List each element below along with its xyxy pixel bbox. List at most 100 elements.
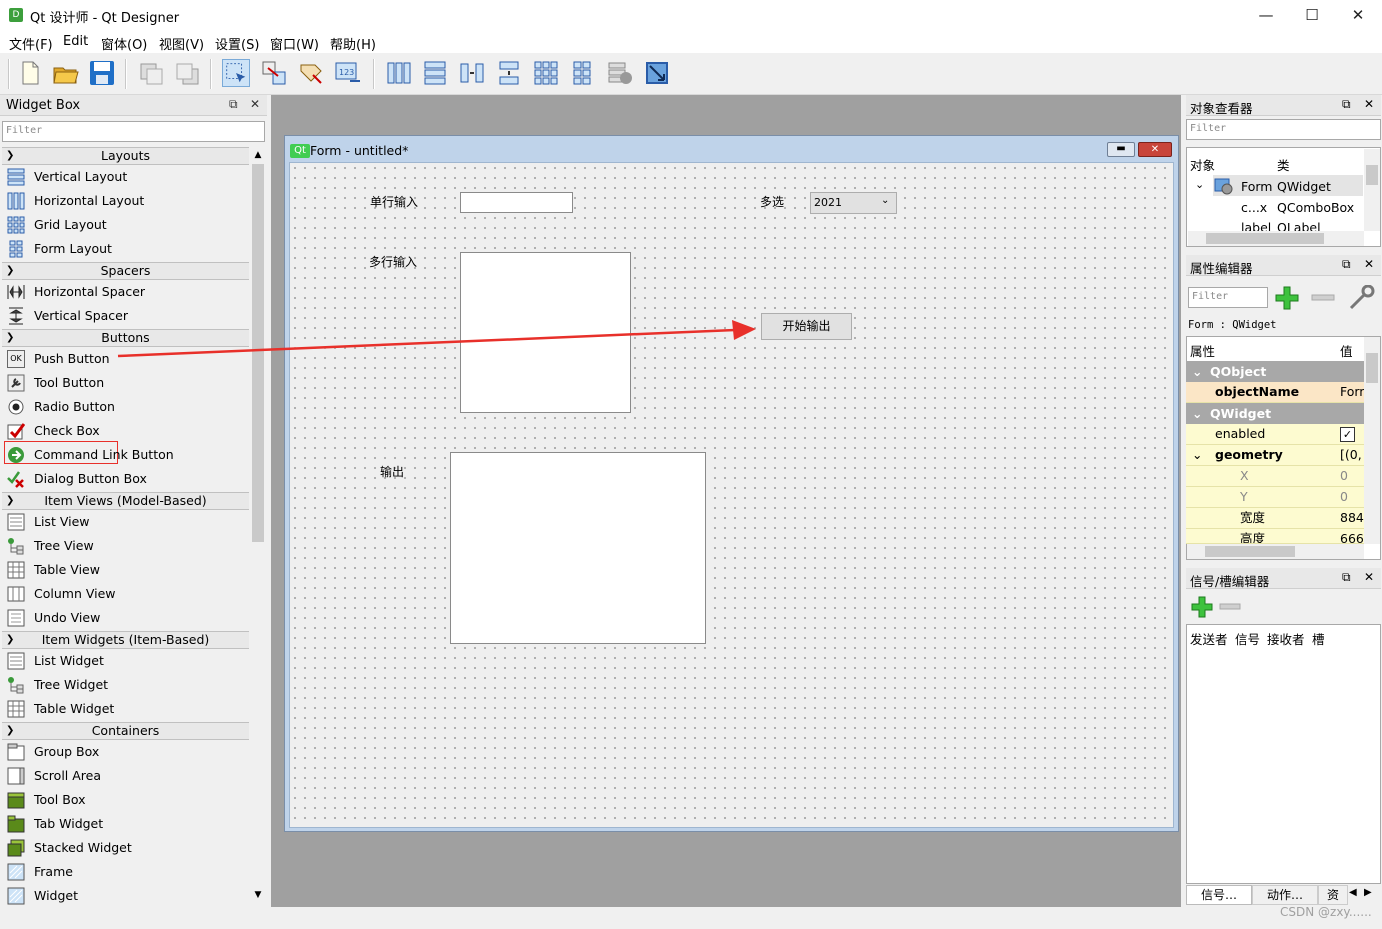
widget-tool-box[interactable]: Tool Box bbox=[2, 788, 249, 812]
widget-tool-button[interactable]: Tool Button bbox=[2, 371, 249, 395]
new-file-icon[interactable] bbox=[16, 59, 44, 87]
add-connection-icon[interactable] bbox=[1190, 595, 1214, 619]
line-edit[interactable] bbox=[460, 192, 573, 213]
widget-form-layout[interactable]: Form Layout bbox=[2, 237, 249, 261]
object-tree-hscroll[interactable] bbox=[1188, 231, 1364, 246]
float-icon[interactable]: ⧉ bbox=[1342, 257, 1351, 272]
group-qobject[interactable]: ⌄ QObject bbox=[1186, 361, 1364, 382]
property-objectname[interactable]: objectNameForm bbox=[1186, 382, 1364, 403]
close-icon[interactable]: ✕ bbox=[1364, 97, 1374, 111]
send-back-icon[interactable] bbox=[138, 59, 166, 87]
minimize-button[interactable]: — bbox=[1243, 0, 1289, 31]
edit-buddies-icon[interactable] bbox=[297, 59, 325, 87]
form-close-icon[interactable]: ✕ bbox=[1138, 142, 1172, 157]
category-item-views[interactable]: ❯ Item Views (Model-Based) bbox=[2, 492, 249, 510]
widget-group-box[interactable]: Group Box bbox=[2, 740, 249, 764]
output-text-browser[interactable] bbox=[450, 452, 706, 644]
edit-signals-icon[interactable] bbox=[260, 59, 288, 87]
open-folder-icon[interactable] bbox=[52, 59, 80, 87]
configure-wrench-icon[interactable] bbox=[1348, 285, 1378, 311]
text-edit[interactable] bbox=[460, 252, 631, 413]
float-icon[interactable]: ⧉ bbox=[1342, 97, 1351, 112]
widget-vertical-spacer[interactable]: Vertical Spacer bbox=[2, 304, 249, 328]
widget-tab-widget[interactable]: Tab Widget bbox=[2, 812, 249, 836]
widget-box-scrollbar[interactable]: ▲ ▼ bbox=[250, 148, 266, 906]
start-output-button[interactable]: 开始输出 bbox=[761, 313, 852, 340]
property-x[interactable]: X0 bbox=[1186, 466, 1364, 487]
widget-grid-layout[interactable]: Grid Layout bbox=[2, 213, 249, 237]
widget-undo-view[interactable]: Undo View bbox=[2, 606, 249, 630]
combo-box[interactable]: 2021 ⌄ bbox=[810, 192, 897, 214]
close-icon[interactable]: ✕ bbox=[250, 97, 260, 111]
bring-front-icon[interactable] bbox=[174, 59, 202, 87]
menu-view[interactable]: 视图(V) bbox=[159, 34, 204, 53]
category-item-widgets[interactable]: ❯ Item Widgets (Item-Based) bbox=[2, 631, 249, 649]
layout-vertical-splitter-icon[interactable] bbox=[495, 59, 523, 87]
float-icon[interactable]: ⧉ bbox=[229, 97, 238, 112]
layout-grid-icon[interactable] bbox=[532, 59, 560, 87]
edit-widgets-icon[interactable] bbox=[222, 59, 250, 87]
scroll-up-icon[interactable]: ▲ bbox=[251, 150, 265, 162]
tab-resource[interactable]: 资 bbox=[1318, 885, 1348, 905]
tab-signal-slot[interactable]: 信号… bbox=[1186, 885, 1252, 905]
tab-scroll-left-icon[interactable]: ◀ bbox=[1349, 887, 1357, 898]
property-geometry[interactable]: ⌄geometry[(0, 0 bbox=[1186, 445, 1364, 466]
property-hscroll[interactable] bbox=[1187, 544, 1364, 559]
widget-scroll-area[interactable]: Scroll Area bbox=[2, 764, 249, 788]
widget-vertical-layout[interactable]: Vertical Layout bbox=[2, 165, 249, 189]
category-layouts[interactable]: ❯ Layouts bbox=[2, 147, 249, 165]
widget-check-box[interactable]: Check Box bbox=[2, 419, 249, 443]
widget-list-widget[interactable]: List Widget bbox=[2, 649, 249, 673]
property-width[interactable]: 宽度 884 bbox=[1186, 508, 1364, 529]
object-row-0[interactable]: Form bbox=[1241, 179, 1273, 194]
property-height[interactable]: 高度 666 bbox=[1186, 529, 1364, 544]
layout-vertical-icon[interactable] bbox=[421, 59, 449, 87]
widget-dialog-button-box[interactable]: Dialog Button Box bbox=[2, 467, 249, 491]
scroll-down-icon[interactable]: ▼ bbox=[251, 890, 265, 902]
property-enabled[interactable]: enabled ✓ bbox=[1186, 424, 1364, 445]
enabled-checkbox[interactable]: ✓ bbox=[1340, 427, 1355, 442]
menu-form[interactable]: 窗体(O) bbox=[101, 34, 147, 53]
edit-tab-order-icon[interactable]: 123 bbox=[334, 59, 362, 87]
widget-widget[interactable]: Widget bbox=[2, 884, 249, 908]
property-y[interactable]: Y0 bbox=[1186, 487, 1364, 508]
widget-horizontal-layout[interactable]: Horizontal Layout bbox=[2, 189, 249, 213]
widget-tree-widget[interactable]: Tree Widget bbox=[2, 673, 249, 697]
widget-horizontal-spacer[interactable]: Horizontal Spacer bbox=[2, 280, 249, 304]
menu-settings[interactable]: 设置(S) bbox=[215, 34, 259, 53]
category-containers[interactable]: ❯ Containers bbox=[2, 722, 249, 740]
object-row-1[interactable]: c...x bbox=[1241, 200, 1267, 215]
scrollbar-thumb[interactable] bbox=[252, 164, 264, 542]
widget-column-view[interactable]: Column View bbox=[2, 582, 249, 606]
category-buttons[interactable]: ❯ Buttons bbox=[2, 329, 249, 347]
float-icon[interactable]: ⧉ bbox=[1342, 570, 1351, 585]
chevron-down-icon[interactable]: ⌄ bbox=[1195, 178, 1204, 191]
group-qwidget[interactable]: ⌄ QWidget bbox=[1186, 403, 1364, 424]
tab-scroll-right-icon[interactable]: ▶ bbox=[1364, 887, 1372, 898]
close-button[interactable]: ✕ bbox=[1335, 0, 1381, 31]
maximize-button[interactable]: ☐ bbox=[1289, 0, 1335, 31]
property-vscroll[interactable] bbox=[1364, 337, 1380, 544]
add-dynamic-property-icon[interactable] bbox=[1274, 285, 1302, 311]
layout-form-icon[interactable] bbox=[569, 59, 597, 87]
layout-horizontal-icon[interactable] bbox=[385, 59, 413, 87]
menu-window[interactable]: 窗口(W) bbox=[270, 34, 319, 53]
widget-filter-input[interactable]: Filter bbox=[2, 121, 265, 142]
menu-file[interactable]: 文件(F) bbox=[9, 34, 53, 53]
tab-action-editor[interactable]: 动作… bbox=[1252, 885, 1318, 905]
widget-list-view[interactable]: List View bbox=[2, 510, 249, 534]
adjust-size-icon[interactable] bbox=[643, 59, 671, 87]
widget-command-link-button[interactable]: Command Link Button bbox=[2, 443, 249, 467]
form-canvas[interactable]: 单行输入 多选 2021 ⌄ 多行输入 开始输出 输出 bbox=[289, 162, 1174, 828]
property-filter-input[interactable]: Filter bbox=[1188, 287, 1268, 308]
close-icon[interactable]: ✕ bbox=[1364, 257, 1374, 271]
widget-table-widget[interactable]: Table Widget bbox=[2, 697, 249, 721]
menu-help[interactable]: 帮助(H) bbox=[330, 34, 376, 53]
widget-frame[interactable]: Frame bbox=[2, 860, 249, 884]
form-window[interactable]: Qt Form - untitled* ▬ ✕ 单行输入 多选 2021 ⌄ 多… bbox=[284, 135, 1179, 832]
object-tree-vscroll[interactable] bbox=[1364, 149, 1380, 231]
remove-connection-icon[interactable] bbox=[1218, 599, 1244, 615]
close-icon[interactable]: ✕ bbox=[1364, 570, 1374, 584]
layout-horizontal-splitter-icon[interactable] bbox=[458, 59, 486, 87]
widget-stacked-widget[interactable]: Stacked Widget bbox=[2, 836, 249, 860]
